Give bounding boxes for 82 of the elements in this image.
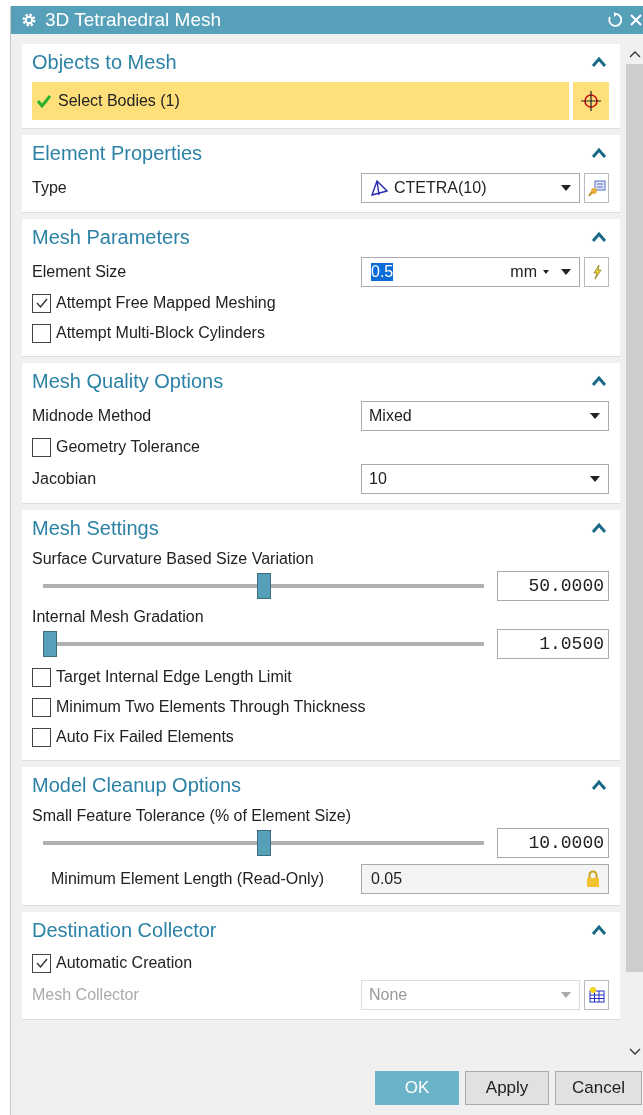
checkbox-label: Minimum Two Elements Through Thickness (56, 698, 366, 716)
checkbox[interactable] (32, 323, 51, 343)
collapse-icon[interactable] (591, 375, 607, 387)
scroll-up-icon (628, 50, 641, 58)
unit-caret-icon (543, 269, 549, 274)
section-title[interactable]: Mesh Parameters (32, 225, 190, 249)
slider-label: Internal Mesh Gradation (32, 608, 205, 626)
unit-selector[interactable]: mm (510, 262, 537, 281)
dropdown[interactable]: 10 (361, 463, 609, 494)
checkbox[interactable] (32, 727, 51, 747)
slider[interactable] (43, 631, 484, 657)
section-title[interactable]: Element Properties (32, 141, 203, 165)
slider-label: Small Feature Tolerance (% of Element Size) (32, 807, 352, 825)
tool-button[interactable] (584, 979, 609, 1010)
dropdown-caret-icon (589, 411, 601, 420)
checkmark-icon (34, 296, 49, 310)
lock-icon (586, 870, 600, 888)
field-label: Element Size (32, 262, 127, 281)
dropdown-value: Mixed (369, 406, 413, 425)
selection-bar[interactable]: Select Bodies (1) (32, 82, 569, 120)
field-label: Minimum Element Length (Read-Only) (50, 870, 324, 888)
section-title[interactable]: Model Cleanup Options (32, 773, 241, 797)
checkbox[interactable] (32, 667, 51, 687)
dropdown-caret-icon (560, 183, 572, 192)
field-label: Jacobian (32, 469, 97, 488)
field-label: Type (32, 178, 67, 197)
dropdown-value: CTETRA(10) (394, 178, 488, 197)
key-icon (587, 178, 606, 197)
checkbox-label: Geometry Tolerance (56, 438, 200, 456)
scroll-down-icon (628, 1048, 641, 1056)
slider[interactable] (43, 830, 484, 856)
collapse-icon[interactable] (591, 924, 607, 936)
window-title: 3D Tetrahedral Mesh (45, 9, 222, 31)
collapse-icon[interactable] (591, 147, 607, 159)
section-title[interactable]: Mesh Settings (32, 516, 159, 540)
grid-icon (587, 985, 606, 1004)
crosshair-icon (580, 90, 602, 112)
slider-thumb[interactable] (256, 830, 271, 856)
slider-thumb[interactable] (43, 631, 57, 657)
dropdown-caret-icon (560, 990, 572, 999)
slider[interactable] (43, 573, 484, 599)
field-label: Midnode Method (32, 406, 152, 425)
checkbox-label: Target Internal Edge Length Limit (56, 668, 292, 686)
reset-icon (606, 12, 622, 28)
checkmark-icon (34, 956, 49, 970)
value-field[interactable]: 10.0000 (497, 828, 609, 858)
dropdown[interactable]: CTETRA(10) (361, 172, 580, 203)
dropdown-value: 10 (369, 469, 388, 488)
checkbox-label: Automatic Creation (56, 954, 193, 972)
dropdown[interactable]: Mixed (361, 400, 609, 431)
section-title[interactable]: Destination Collector (32, 918, 217, 942)
settings-icon (21, 12, 37, 28)
close-icon (629, 13, 643, 27)
tetrahedron-icon (369, 178, 389, 197)
select-button[interactable] (573, 82, 609, 120)
dropdown-value: None (369, 985, 409, 1004)
checkbox-label: Attempt Free Mapped Meshing (56, 294, 276, 312)
checkbox[interactable] (32, 953, 51, 973)
checkbox[interactable] (32, 697, 51, 717)
checkbox[interactable] (32, 437, 51, 457)
collapse-icon[interactable] (591, 231, 607, 243)
slider-thumb[interactable] (256, 573, 271, 599)
field-label: Mesh Collector (32, 985, 139, 1004)
collapse-icon[interactable] (591, 779, 607, 791)
field-value: 0.05 (371, 870, 403, 888)
section-title[interactable]: Mesh Quality Options (32, 369, 224, 393)
collapse-icon[interactable] (591, 56, 607, 68)
selection-label: Select Bodies (1) (58, 92, 180, 110)
value-field[interactable]: 50.0000 (497, 571, 609, 601)
collapse-icon[interactable] (591, 522, 607, 534)
section-title[interactable]: Objects to Mesh (32, 50, 177, 74)
checkbox-label: Attempt Multi-Block Cylinders (56, 324, 265, 342)
value-field[interactable]: 1.0500 (497, 629, 609, 659)
field-value: 0.5 (371, 262, 394, 281)
input-field[interactable]: 0.5 mm (361, 256, 580, 287)
dialog-button[interactable]: Apply (465, 1071, 550, 1105)
dropdown-caret-icon (589, 474, 601, 483)
dialog-button[interactable]: Cancel (555, 1071, 642, 1105)
dropdown-caret-icon (560, 267, 572, 276)
slider-label: Surface Curvature Based Size Variation (32, 550, 315, 568)
checkbox[interactable] (32, 293, 51, 313)
checkbox-label: Auto Fix Failed Elements (56, 728, 234, 746)
